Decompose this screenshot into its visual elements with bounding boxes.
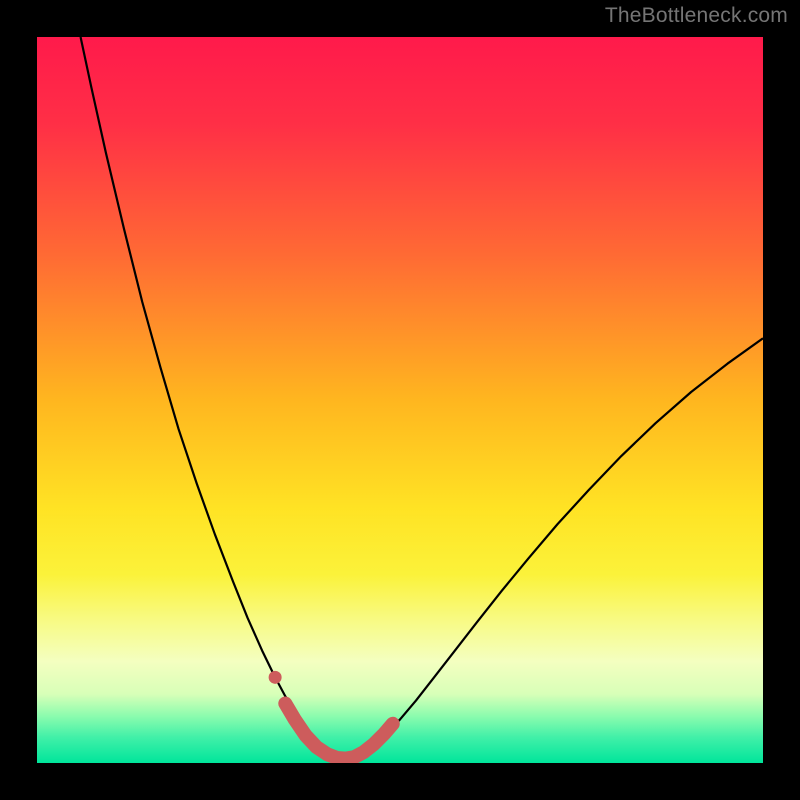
watermark-text: TheBottleneck.com	[605, 4, 788, 28]
chart-svg	[37, 37, 763, 763]
chart-frame: TheBottleneck.com	[0, 0, 800, 800]
highlight-dot	[269, 671, 282, 684]
marker-group	[269, 671, 282, 684]
plot-area	[37, 37, 763, 763]
gradient-background	[37, 37, 763, 763]
